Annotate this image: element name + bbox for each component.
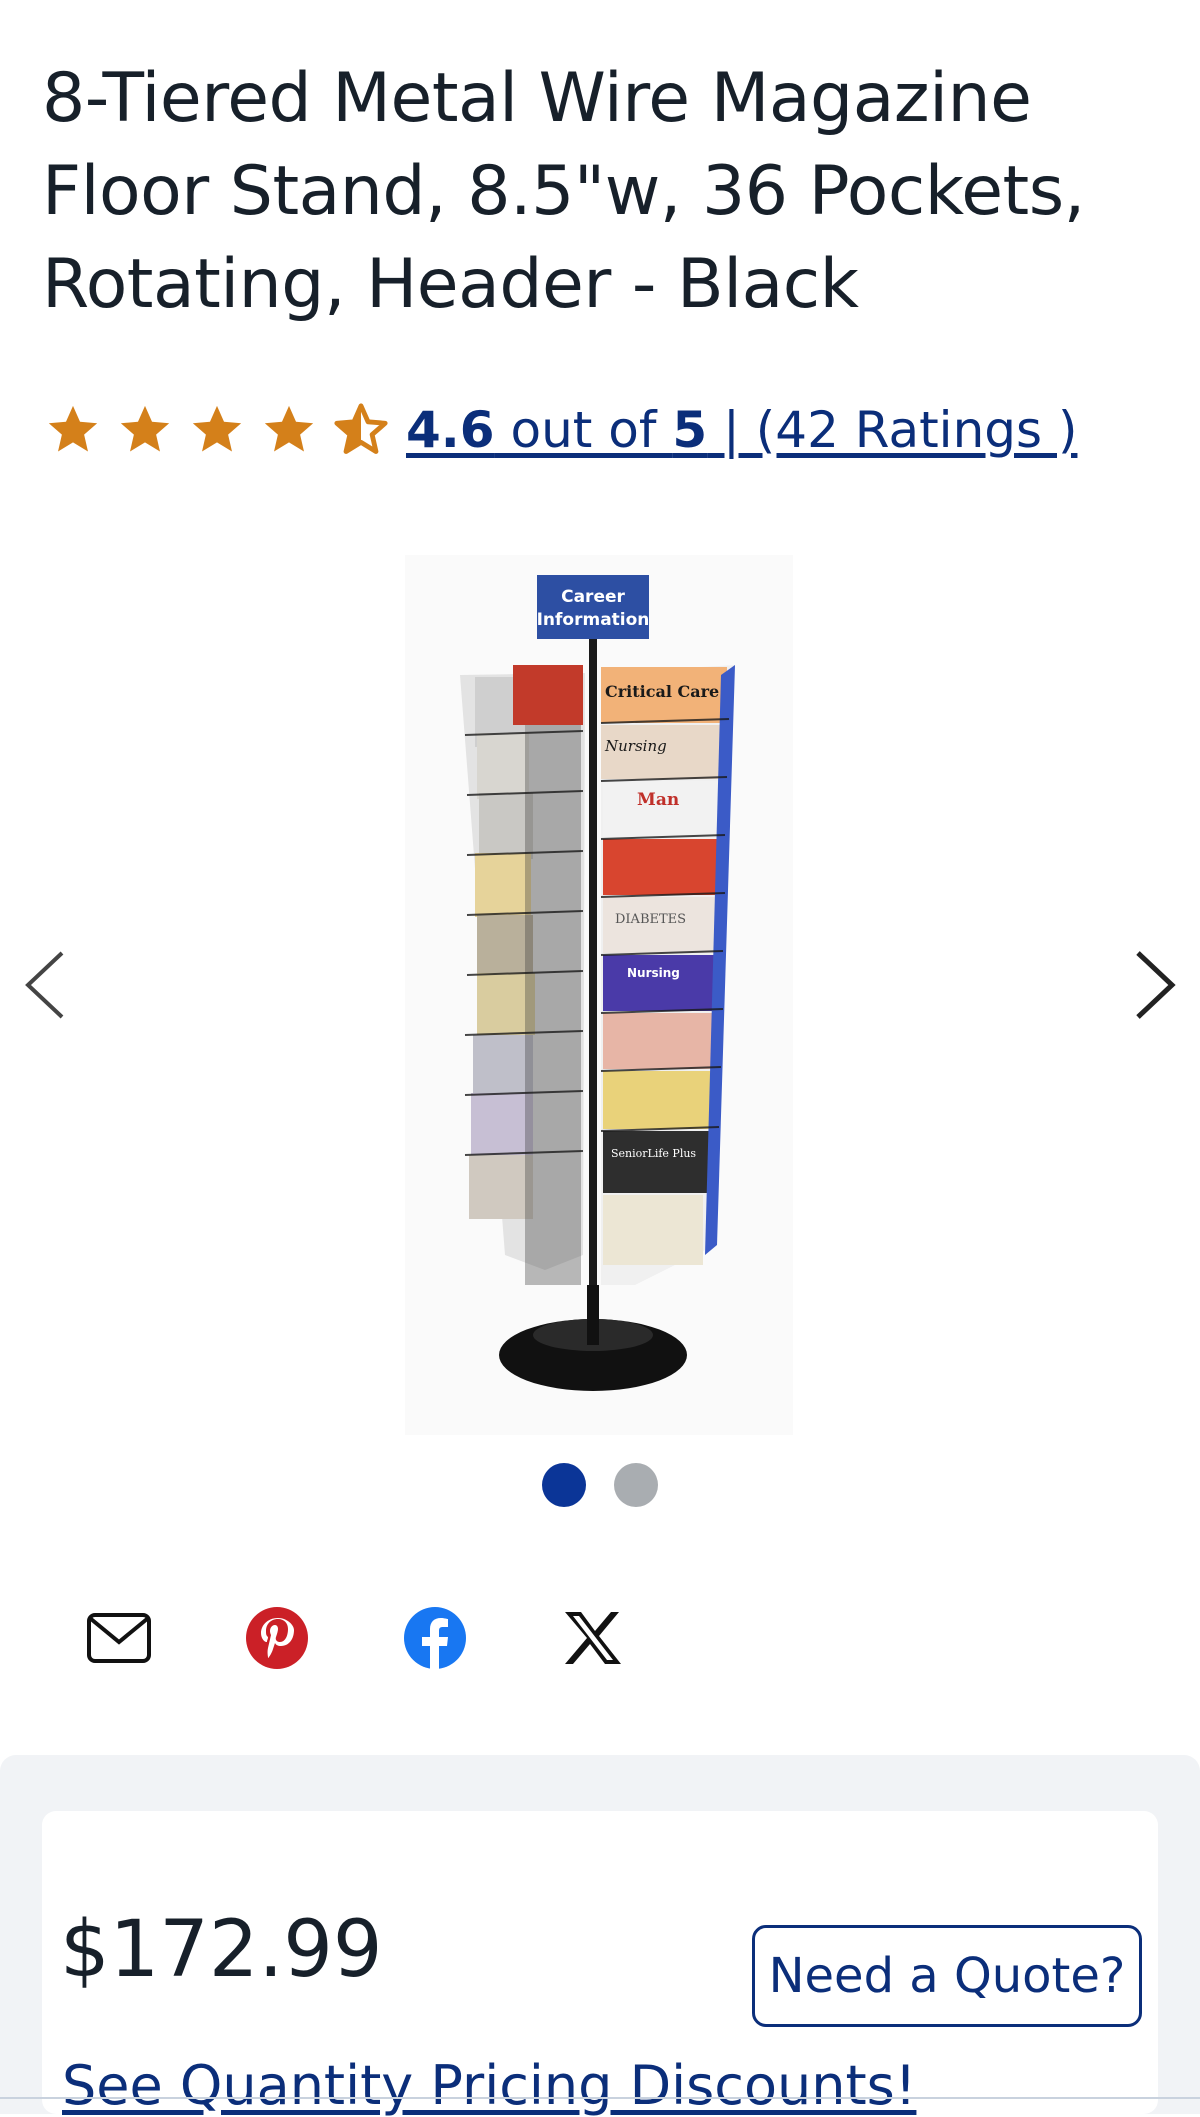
carousel-dots xyxy=(0,1463,1200,1509)
next-image-button[interactable] xyxy=(1126,945,1186,1025)
email-icon xyxy=(87,1613,151,1663)
header-sign-line2: Information xyxy=(537,610,650,630)
share-bar xyxy=(84,1600,628,1676)
magazine-title: DIABETES xyxy=(615,912,686,927)
magazine-title: Nursing xyxy=(604,737,667,755)
share-pinterest-button[interactable] xyxy=(242,1603,312,1673)
carousel-dot-active[interactable] xyxy=(542,1463,586,1507)
star-rating xyxy=(44,401,390,459)
rating-count-text: | (42 Ratings ) xyxy=(707,401,1078,459)
rating-out-of-text: out of xyxy=(494,401,673,459)
star-icon xyxy=(264,405,314,452)
chevron-left-icon xyxy=(25,951,64,1019)
header-sign-line1: Career xyxy=(561,587,625,607)
share-email-button[interactable] xyxy=(84,1603,154,1673)
need-a-quote-button[interactable]: Need a Quote? xyxy=(752,1925,1142,2027)
ratings-link[interactable]: 4.6 out of 5 | (42 Ratings ) xyxy=(406,401,1077,459)
product-price: $172.99 xyxy=(60,1905,383,1995)
magazine-title: SeniorLife Plus xyxy=(611,1147,696,1160)
rating-summary: 4.6 out of 5 | (42 Ratings ) xyxy=(44,390,1077,470)
magazine-title: Nursing xyxy=(627,966,680,980)
product-title: 8-Tiered Metal Wire Magazine Floor Stand… xyxy=(42,59,1085,324)
quantity-pricing-link[interactable]: See Quantity Pricing Discounts! xyxy=(62,2054,916,2117)
divider xyxy=(0,2097,1200,2099)
star-icon xyxy=(120,405,170,452)
magazine-title: Critical Care xyxy=(605,682,719,701)
pinterest-icon xyxy=(246,1607,308,1669)
facebook-icon xyxy=(404,1607,466,1670)
half-star-icon xyxy=(334,403,388,454)
rating-max: 5 xyxy=(672,401,708,459)
price-card: $172.99 Need a Quote? See Quantity Prici… xyxy=(42,1811,1158,2117)
star-icon xyxy=(192,405,242,452)
star-icon xyxy=(48,405,98,452)
pricing-panel: $172.99 Need a Quote? See Quantity Prici… xyxy=(0,1755,1200,2117)
magazine-title: Man xyxy=(637,790,679,810)
previous-image-button[interactable] xyxy=(14,945,74,1025)
product-image-gallery: Career Information Critical Care Nursing… xyxy=(0,545,1200,1445)
carousel-dot[interactable] xyxy=(614,1463,658,1507)
chevron-right-icon xyxy=(1136,951,1176,1019)
share-facebook-button[interactable] xyxy=(400,1603,470,1673)
x-icon xyxy=(565,1612,621,1664)
product-image[interactable]: Career Information Critical Care Nursing… xyxy=(405,555,793,1435)
rating-score: 4.6 xyxy=(406,401,495,459)
share-x-button[interactable] xyxy=(558,1603,628,1673)
magazine-rack-illustration: Career Information Critical Care Nursing… xyxy=(460,575,735,1391)
